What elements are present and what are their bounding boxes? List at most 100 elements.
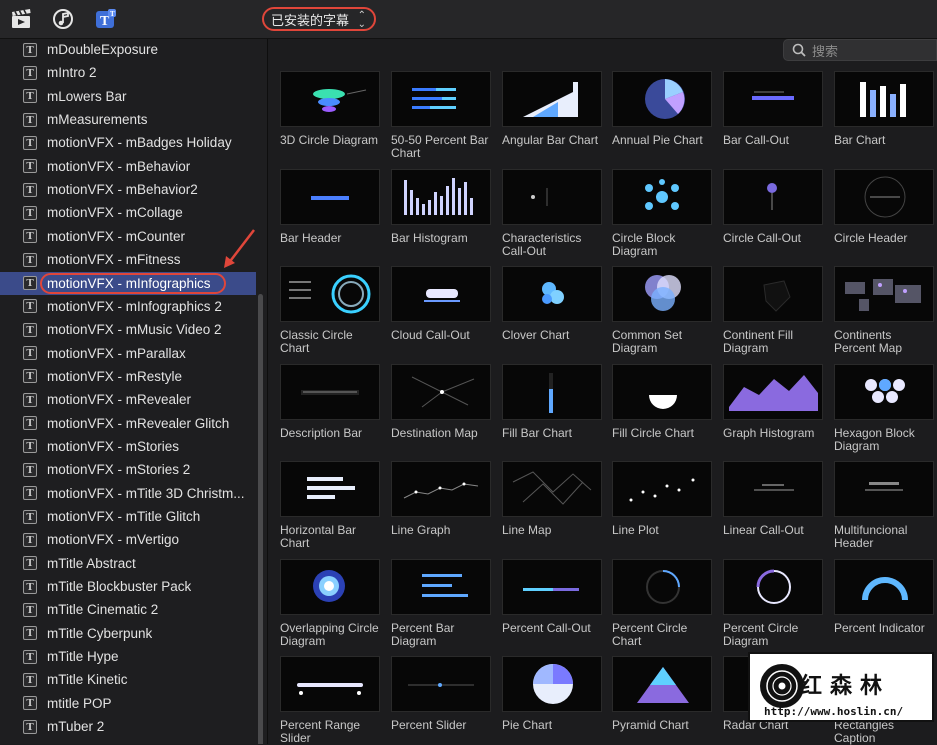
music-icon[interactable] [52, 8, 74, 30]
sidebar-item[interactable]: TmTuber 2 [0, 715, 256, 738]
title-thumbnail[interactable] [391, 168, 491, 225]
sidebar-item[interactable]: TmIntro 2 [0, 61, 256, 84]
sidebar-item[interactable]: TmTitle Kinetic [0, 668, 256, 691]
title-thumbnail[interactable] [502, 168, 602, 225]
title-thumbnail[interactable] [280, 363, 380, 420]
title-thumbnail[interactable] [612, 168, 712, 225]
title-thumbnail[interactable] [834, 363, 934, 420]
title-thumbnail[interactable] [280, 168, 380, 225]
title-thumbnail[interactable] [723, 558, 823, 615]
title-thumbnail[interactable] [834, 168, 934, 225]
title-thumbnail[interactable] [391, 656, 491, 712]
title-tile[interactable]: Percent Bar Diagram [391, 558, 491, 648]
title-thumbnail[interactable] [391, 363, 491, 420]
sidebar-item[interactable]: TmotionVFX - mParallax [0, 342, 256, 365]
title-thumbnail[interactable] [391, 461, 491, 517]
title-thumbnail[interactable] [280, 71, 380, 127]
title-thumbnail[interactable] [723, 71, 823, 127]
sidebar-item[interactable]: TmotionVFX - mRevealer [0, 388, 256, 411]
title-thumbnail[interactable] [834, 461, 934, 517]
title-thumbnail[interactable] [834, 71, 934, 127]
title-tile[interactable]: Fill Bar Chart [502, 363, 602, 440]
title-thumbnail[interactable] [612, 363, 712, 420]
title-tile[interactable]: Graph Histogram [723, 363, 823, 440]
title-thumbnail[interactable] [723, 266, 823, 322]
sidebar-item[interactable]: TmotionVFX - mCollage [0, 201, 256, 224]
title-thumbnail[interactable] [280, 558, 380, 615]
title-thumbnail[interactable] [834, 558, 934, 615]
title-tile[interactable]: Circle Call-Out [723, 168, 823, 245]
title-tile[interactable]: Percent Circle Chart [612, 558, 712, 648]
title-tile[interactable]: Description Bar [280, 363, 380, 440]
title-tile[interactable]: Percent Circle Diagram [723, 558, 823, 648]
clapper-icon[interactable] [10, 8, 32, 30]
sidebar-item[interactable]: TmotionVFX - mInfographics [0, 271, 256, 295]
title-tile[interactable]: Percent Slider [391, 656, 491, 732]
title-tile[interactable]: Continents Percent Map [834, 266, 934, 355]
title-thumbnail[interactable] [723, 363, 823, 420]
sidebar-item[interactable]: TmotionVFX - mInfographics 2 [0, 295, 256, 318]
title-tile[interactable]: Common Set Diagram [612, 266, 712, 355]
title-tile[interactable]: Circle Header [834, 168, 934, 245]
title-thumbnail[interactable] [502, 71, 602, 127]
sidebar-item[interactable]: TmotionVFX - mTitle Glitch [0, 505, 256, 528]
sidebar-item[interactable]: TmTitle Cinematic 2 [0, 598, 256, 621]
title-thumbnail[interactable] [391, 71, 491, 127]
title-tile[interactable]: Bar Header [280, 168, 380, 245]
title-tile[interactable]: Line Graph [391, 461, 491, 537]
title-tile[interactable]: 3D Circle Diagram [280, 71, 380, 147]
title-thumbnail[interactable] [502, 558, 602, 615]
title-tile[interactable]: Line Map [502, 461, 602, 537]
sidebar-item[interactable]: TmDoubleExposure [0, 39, 256, 61]
title-thumbnail[interactable] [723, 461, 823, 517]
sidebar-item[interactable]: TmLowers Bar [0, 85, 256, 108]
sidebar-item[interactable]: TmotionVFX - mVertigo [0, 528, 256, 551]
title-tile[interactable]: Fill Circle Chart [612, 363, 712, 440]
title-tile[interactable]: Overlapping Circle Diagram [280, 558, 380, 648]
title-tile[interactable]: Percent Call-Out [502, 558, 602, 635]
title-thumbnail[interactable] [834, 266, 934, 322]
title-tile[interactable]: Bar Chart [834, 71, 934, 147]
sidebar-item[interactable]: TmotionVFX - mMusic Video 2 [0, 318, 256, 341]
search-field[interactable]: 搜索 [783, 39, 937, 61]
sidebar-scrollbar[interactable] [258, 294, 263, 744]
sidebar-item[interactable]: TmotionVFX - mCounter [0, 225, 256, 248]
installed-titles-popup[interactable]: 已安装的字幕 ⌃ ⌄ [262, 7, 376, 31]
title-tile[interactable]: Hexagon Block Diagram [834, 363, 934, 453]
title-tile[interactable]: Percent Indicator [834, 558, 934, 635]
sidebar-item[interactable]: TmTitle Hype [0, 645, 256, 668]
sidebar-item[interactable]: TmotionVFX - mRestyle [0, 365, 256, 388]
title-tile[interactable]: Characteristics Call-Out [502, 168, 602, 258]
title-tile[interactable]: Classic Circle Chart [280, 266, 380, 355]
title-thumbnail[interactable] [280, 461, 380, 517]
title-thumbnail[interactable] [280, 656, 380, 712]
title-tile[interactable]: Cloud Call-Out [391, 266, 491, 342]
title-tile[interactable]: Clover Chart [502, 266, 602, 342]
title-tile[interactable]: Multifuncional Header [834, 461, 934, 550]
title-tile[interactable]: Continent Fill Diagram [723, 266, 823, 355]
sidebar-item[interactable]: TmotionVFX - mStories [0, 435, 256, 458]
title-thumbnail[interactable] [502, 461, 602, 517]
title-tile[interactable]: Linear Call-Out [723, 461, 823, 537]
title-tile[interactable]: Horizontal Bar Chart [280, 461, 380, 550]
sidebar-item[interactable]: TmotionVFX - mFitness [0, 248, 256, 271]
title-tile[interactable]: 50-50 Percent Bar Chart [391, 71, 491, 160]
title-tile[interactable]: Angular Bar Chart [502, 71, 602, 147]
title-thumbnail[interactable] [612, 266, 712, 322]
title-thumbnail[interactable] [502, 266, 602, 322]
sidebar-item[interactable]: TmotionVFX - mBehavior [0, 155, 256, 178]
title-thumbnail[interactable] [612, 558, 712, 615]
title-tile[interactable]: Pyramid Chart [612, 656, 712, 732]
title-thumbnail[interactable] [391, 558, 491, 615]
title-thumbnail[interactable] [502, 363, 602, 420]
sidebar-item[interactable]: Tmtitle POP [0, 692, 256, 715]
title-tile[interactable]: Bar Call-Out [723, 71, 823, 147]
sidebar-item[interactable]: TmotionVFX - mRevealer Glitch [0, 412, 256, 435]
title-tile[interactable]: Percent Range Slider [280, 656, 380, 745]
sidebar-item[interactable]: TmTitle Cyberpunk [0, 622, 256, 645]
sidebar-item[interactable]: TmotionVFX - mTitle 3D Christm... [0, 482, 256, 505]
titles-icon[interactable]: T T [95, 8, 117, 30]
title-tile[interactable]: Annual Pie Chart [612, 71, 712, 147]
title-tile[interactable]: Pie Chart [502, 656, 602, 732]
title-thumbnail[interactable] [612, 656, 712, 712]
